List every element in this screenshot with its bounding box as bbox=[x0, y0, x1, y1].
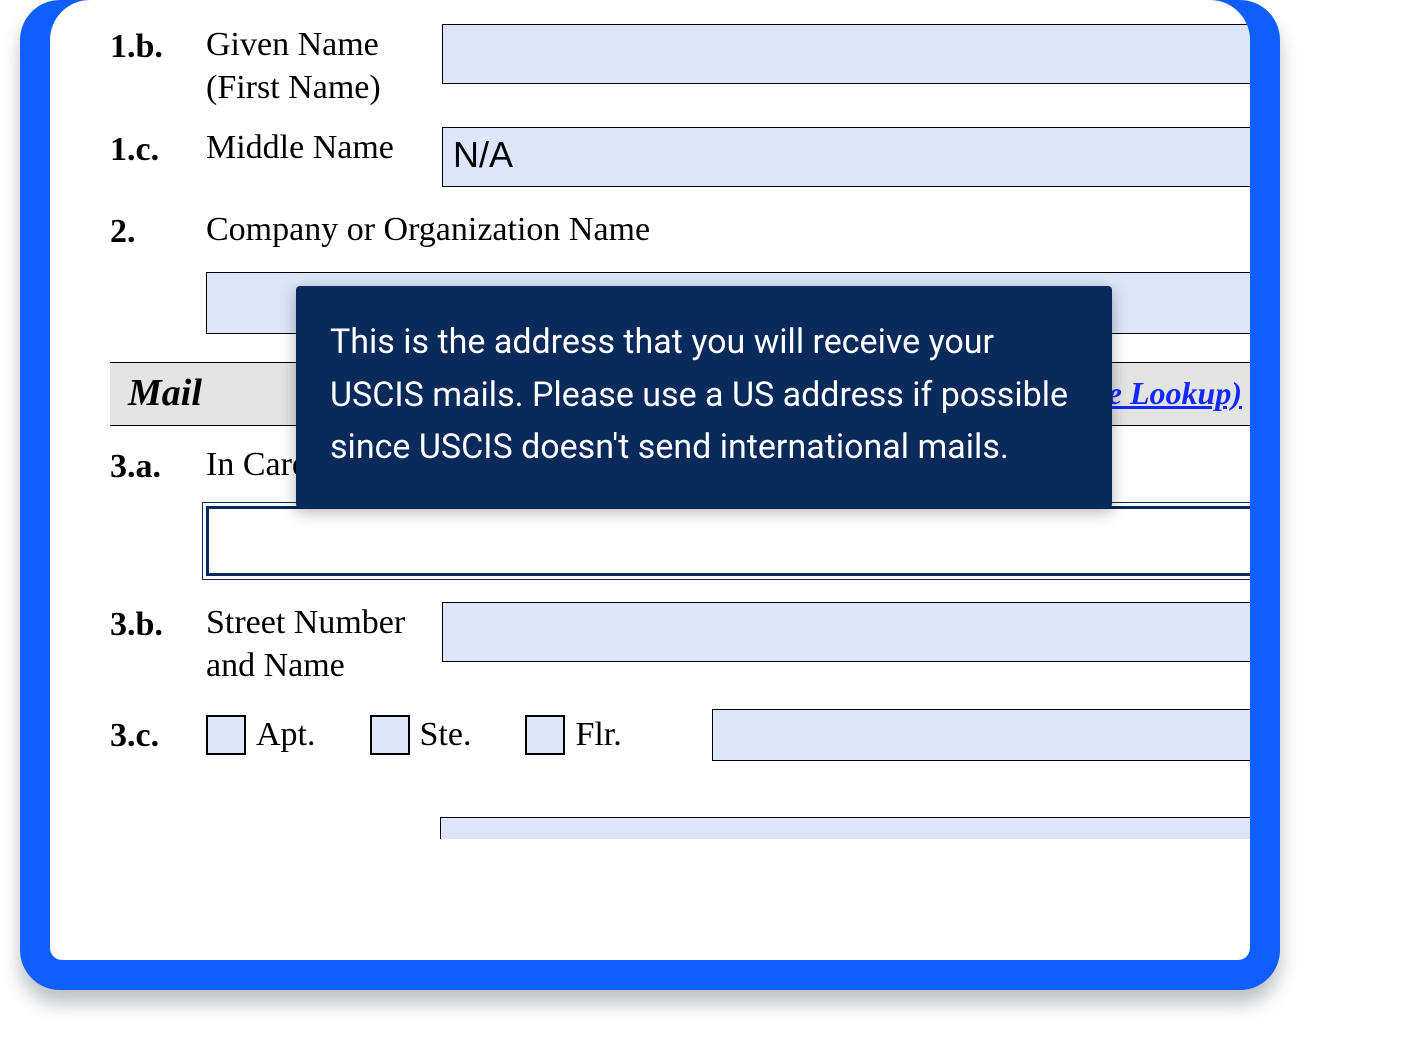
row-unit-type: 3.c. Apt. Ste. Flr. bbox=[110, 709, 1250, 761]
field-label-company: Company or Organization Name bbox=[206, 209, 1250, 252]
input-partial-next[interactable] bbox=[440, 817, 1250, 839]
in-care-of-input-wrap bbox=[206, 506, 1250, 576]
checkbox-ste[interactable] bbox=[370, 715, 410, 755]
viewer-frame: 1.b. Given Name (First Name) 1.c. Middle… bbox=[20, 0, 1280, 990]
input-middle-name[interactable]: N/A bbox=[442, 127, 1250, 187]
input-in-care-of[interactable] bbox=[206, 506, 1250, 576]
form-page: 1.b. Given Name (First Name) 1.c. Middle… bbox=[50, 0, 1250, 960]
option-flr: Flr. bbox=[525, 715, 621, 755]
input-given-name[interactable] bbox=[442, 24, 1250, 84]
field-number-3c: 3.c. bbox=[110, 713, 206, 758]
row-street: 3.b. Street Number and Name bbox=[110, 602, 1250, 687]
checkbox-apt[interactable] bbox=[206, 715, 246, 755]
label-apt: Apt. bbox=[256, 716, 316, 754]
form-content: 1.b. Given Name (First Name) 1.c. Middle… bbox=[110, 24, 1250, 960]
field-label-street: Street Number and Name bbox=[206, 602, 442, 687]
tooltip-mailing-address: This is the address that you will receiv… bbox=[296, 286, 1112, 508]
input-street[interactable] bbox=[442, 602, 1250, 662]
label-flr: Flr. bbox=[575, 716, 621, 754]
field-number-3a: 3.a. bbox=[110, 444, 206, 489]
section-title-mailing: Mail bbox=[128, 372, 202, 414]
row-company: 2. Company or Organization Name bbox=[110, 209, 1250, 254]
option-apt: Apt. bbox=[206, 715, 316, 755]
row-partial-next bbox=[440, 817, 1250, 839]
unit-type-options: Apt. Ste. Flr. bbox=[206, 715, 652, 755]
checkbox-flr[interactable] bbox=[525, 715, 565, 755]
field-label-middle-name: Middle Name bbox=[206, 127, 442, 170]
label-ste: Ste. bbox=[420, 716, 472, 754]
tooltip-text: This is the address that you will receiv… bbox=[330, 322, 1068, 467]
option-ste: Ste. bbox=[370, 715, 472, 755]
row-given-name: 1.b. Given Name (First Name) bbox=[110, 24, 1250, 109]
row-middle-name: 1.c. Middle Name N/A bbox=[110, 127, 1250, 187]
input-unit-number[interactable] bbox=[712, 709, 1250, 761]
field-number-1c: 1.c. bbox=[110, 127, 206, 172]
field-label-given-name: Given Name (First Name) bbox=[206, 24, 442, 109]
field-number-2: 2. bbox=[110, 209, 206, 254]
field-number-3b: 3.b. bbox=[110, 602, 206, 647]
field-number-1b: 1.b. bbox=[110, 24, 206, 69]
